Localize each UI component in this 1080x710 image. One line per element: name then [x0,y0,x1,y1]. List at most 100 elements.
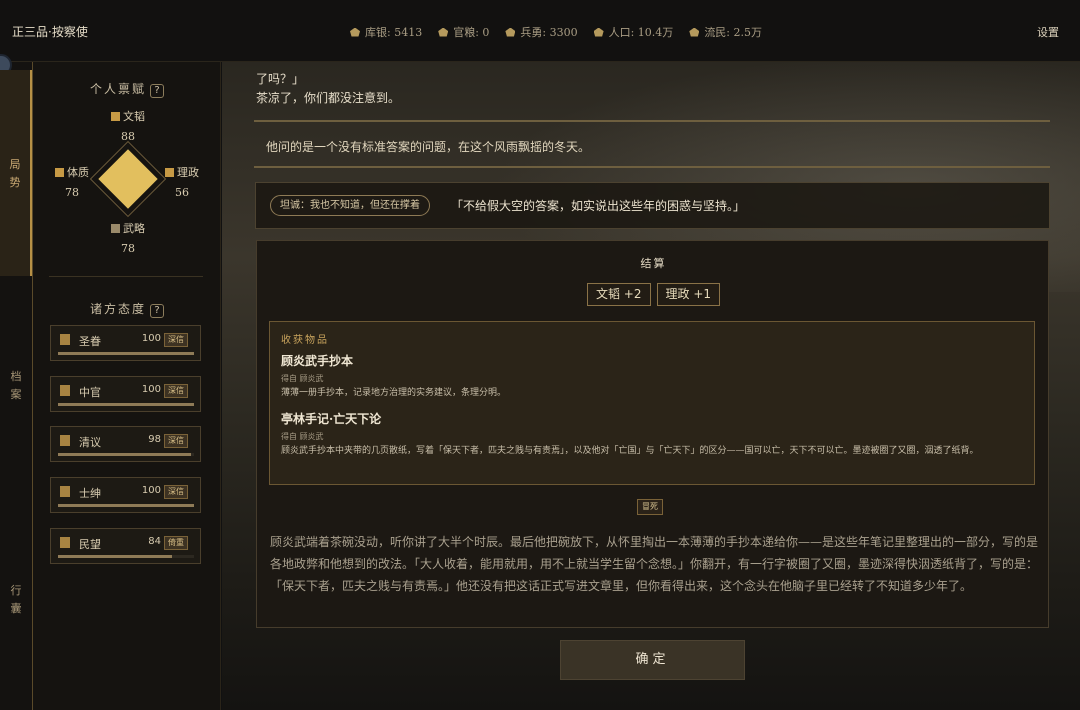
narration-text: 他问的是一个没有标准答案的问题，在这个风雨飘摇的冬天。 [266,140,591,154]
talent-radar-fill [98,149,158,209]
item-source: 得自 顾炎武 [281,374,324,383]
tab-inventory[interactable]: 行 囊 [0,576,32,616]
attitudes-help-icon[interactable]: ? [150,304,164,318]
faction-value: 100 [141,333,161,344]
faction-bar-fill [58,403,194,406]
item-description: 顾炎武手抄本中夹带的几页散纸，写着「保天下者，匹夫之贱与有责焉」，以及他对「亡国… [281,446,979,456]
gentry-icon [60,486,70,497]
stat-grain: 官粮: 0 [438,24,489,40]
faction-row[interactable]: 中官 100 深信 [50,376,201,412]
dialog-line: 茶凉了，你们都没注意到。 [256,91,401,105]
divider-bottom [254,166,1050,168]
tab-archive-char-2: 案 [10,388,22,401]
faction-value: 100 [141,384,161,395]
attr-wentao: 文韬 88 [105,108,151,143]
talents-title-text: 个人禀赋 [89,82,146,96]
faction-bar [58,453,194,456]
faction-tag: 深信 [164,485,188,499]
attr-wentao-label: 文韬 [123,110,145,123]
attr-lizheng-label: 理政 [177,166,199,179]
body-icon [55,167,64,177]
settings-button[interactable]: 设置 [1037,24,1059,40]
crossed-swords-icon [111,223,120,233]
attr-tizhi: 体质 78 [49,164,95,199]
faction-tag: 倚重 [164,536,188,550]
faction-tag: 深信 [164,384,188,398]
attr-wulue: 武略 78 [105,220,151,255]
attitudes-title-text: 诸方态度 [89,302,146,316]
story-area: 了吗？」 茶凉了，你们都没注意到。 他问的是一个没有标准答案的问题，在这个风雨飘… [222,62,1080,710]
faction-name: 士绅 [79,487,101,500]
stat-soldier-text: 兵勇: 3300 [520,26,578,39]
faction-row[interactable]: 士绅 100 深信 [50,477,201,513]
book-icon [111,111,120,121]
chosen-option: 坦诚：我也不知道，但还在撑着 「不给假大空的答案，如实说出这些年的困惑与坚持。」 [255,182,1050,229]
faction-bar-fill [58,453,192,456]
faction-tag: 深信 [164,434,188,448]
faction-name: 民望 [79,538,101,551]
tab-archive[interactable]: 档 案 [0,362,32,402]
attr-lizheng-value: 56 [175,186,189,199]
tab-inventory-char-2: 囊 [10,602,22,615]
scholar-icon [60,435,70,446]
talents-title: 个人禀赋? [33,80,221,98]
attr-wulue-value: 78 [121,242,135,255]
confirm-button[interactable]: 确定 [560,640,745,680]
faction-bar-fill [58,504,194,507]
item-name: 亭林手记·亡天下论 [281,412,382,426]
item-name: 顾炎武手抄本 [281,354,354,368]
talent-radar [89,140,167,218]
people-icon [60,537,70,548]
result-story: 顾炎武端着茶碗没动，听你讲了大半个时辰。最后他把碗放下，从怀里掏出一本薄薄的手抄… [270,535,1039,593]
faction-row[interactable]: 民望 84 倚重 [50,528,201,564]
faction-bar [58,403,194,406]
faction-bar-fill [58,555,173,558]
attitudes-title: 诸方态度? [33,300,221,318]
seal-icon [165,167,174,177]
item-description: 薄薄一册手抄本，记录地方治理的实务建议，条理分明。 [281,388,507,398]
faction-bar [58,555,194,558]
silver-icon [350,27,360,37]
choice-tag: 坦诚：我也不知道，但还在撑着 [270,195,430,216]
faction-bar [58,504,194,507]
attr-tizhi-value: 78 [65,186,79,199]
faction-row[interactable]: 清议 98 深信 [50,426,201,462]
stat-population: 人口: 10.4万 [593,24,673,40]
faction-tag: 深信 [164,333,188,347]
refugee-icon [689,27,700,37]
items-box: 收获物品 顾炎武手抄本 得自 顾炎武 薄薄一册手抄本，记录地方治理的实务建议，条… [269,321,1035,485]
tab-archive-char-1: 档 [10,370,22,383]
result-title: 结算 [640,257,667,270]
stat-silver-text: 库银: 5413 [365,26,423,39]
eunuch-icon [60,385,70,396]
gain-badge: 文韬 +2 [586,283,651,306]
stat-refugee-text: 流民: 2.5万 [704,26,763,39]
dialog-text: 了吗？」 茶凉了，你们都没注意到。 [256,70,400,108]
faction-name: 中官 [79,386,101,399]
tab-situation[interactable]: 局 势 [0,70,32,276]
tab-inventory-char-1: 行 [10,584,22,597]
faction-name: 清议 [79,436,101,449]
grain-icon [438,27,449,37]
resource-stats: 库银: 5413 官粮: 0 兵勇: 3300 人口: 10.4万 流民: 2.… [350,24,762,40]
faction-value: 84 [148,536,161,547]
rank-title: 正三品·按察使 [12,25,88,39]
item-source: 得自 顾炎武 [281,432,324,441]
top-bar: 正三品·按察使 库银: 5413 官粮: 0 兵勇: 3300 人口: 10.4… [0,0,1080,62]
population-icon [593,27,604,37]
risk-tag: 冒死 [637,499,663,515]
attr-lizheng: 理政 56 [159,164,205,199]
stat-soldier: 兵勇: 3300 [505,24,578,40]
faction-row[interactable]: 圣眷 100 深信 [50,325,201,361]
faction-name: 圣眷 [79,335,101,348]
attr-wulue-label: 武略 [123,222,145,235]
talents-help-icon[interactable]: ? [150,84,164,98]
stat-gains: 文韬 +2 理政 +1 [257,283,1050,306]
gain-badge: 理政 +1 [656,283,721,306]
choice-text: 「不给假大空的答案，如实说出这些年的困惑与坚持。」 [451,199,746,213]
dialog-line: 了吗？」 [256,72,305,86]
imperial-favor-icon [60,334,70,345]
stat-refugee: 流民: 2.5万 [689,24,762,40]
divider-top [254,120,1050,122]
side-tab-rail: 局 势 档 案 行 囊 [0,54,33,710]
